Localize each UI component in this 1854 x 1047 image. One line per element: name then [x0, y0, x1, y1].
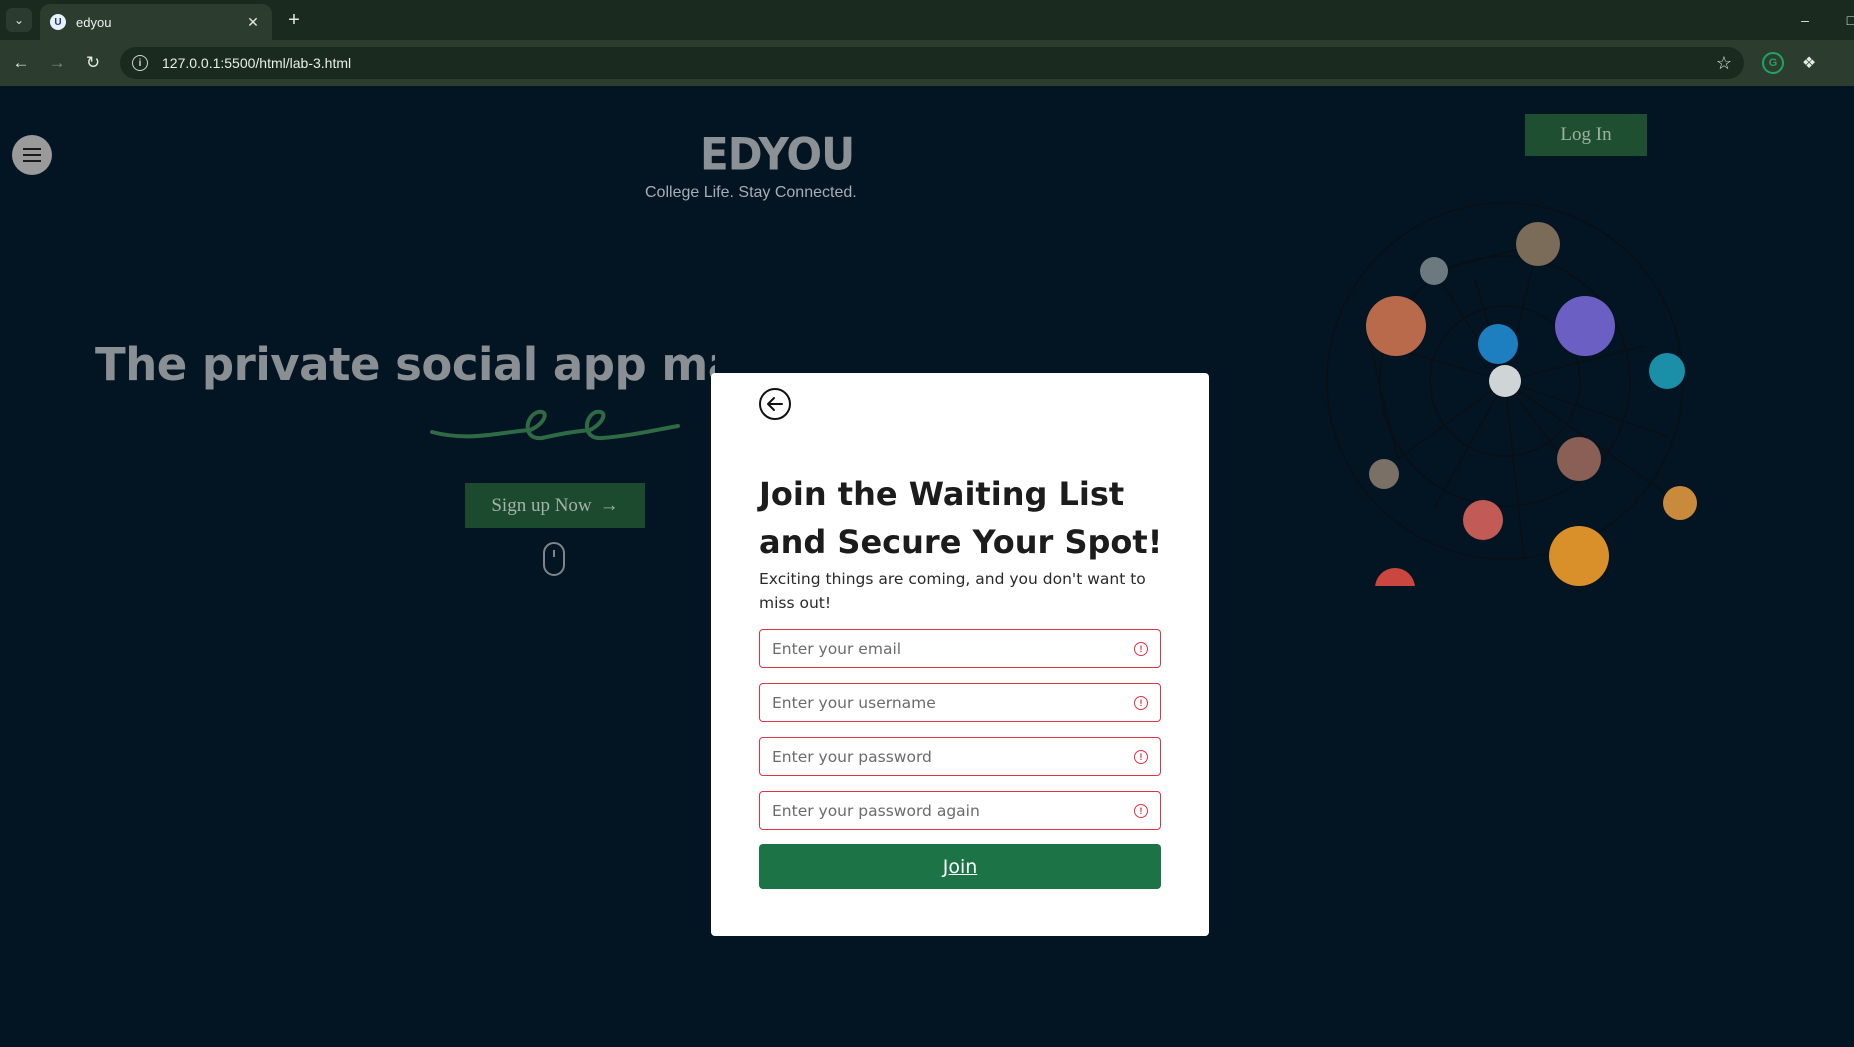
tab-list-chevron-icon[interactable]: ⌄ — [6, 8, 32, 32]
site-info-icon[interactable]: i — [132, 55, 148, 71]
tagline: College Life. Stay Connected. — [645, 184, 857, 201]
grammarly-extension-icon[interactable]: G — [1762, 52, 1784, 74]
extensions-puzzle-icon[interactable]: ❖ — [1798, 52, 1820, 74]
avatar[interactable] — [1663, 486, 1697, 520]
join-button[interactable]: Join — [759, 844, 1161, 889]
reload-icon[interactable]: ↻ — [80, 50, 106, 76]
hamburger-menu-icon[interactable] — [12, 135, 52, 175]
bookmark-star-icon[interactable]: ☆ — [1716, 53, 1732, 74]
back-arrow-icon[interactable] — [759, 388, 791, 420]
phone-icon[interactable] — [1649, 353, 1685, 389]
page-background: EDYOU College Life. Stay Connected. Log … — [0, 86, 1854, 1047]
site-logo[interactable]: EDYOU — [700, 129, 855, 180]
username-field[interactable]: ! — [759, 683, 1161, 722]
email-field[interactable]: ! — [759, 629, 1161, 668]
password-again-input[interactable] — [772, 801, 1134, 820]
minimize-icon[interactable]: – — [1790, 6, 1820, 34]
error-icon: ! — [1134, 641, 1148, 656]
avatar[interactable] — [1516, 222, 1560, 266]
back-arrow-icon[interactable]: ← — [8, 50, 34, 76]
new-tab-plus-icon[interactable]: + — [282, 8, 306, 32]
chat-bubble-icon[interactable] — [1375, 568, 1415, 586]
error-icon: ! — [1134, 695, 1148, 710]
password-again-field[interactable]: ! — [759, 791, 1161, 830]
signup-now-button[interactable]: Sign up Now → — [465, 483, 645, 528]
network-illustration — [1326, 202, 1697, 586]
avatar[interactable] — [1557, 437, 1601, 481]
signup-label: Sign up Now — [491, 494, 592, 516]
edyou-favicon-icon: U — [50, 14, 66, 30]
url-text[interactable]: 127.0.0.1:5500/html/lab-3.html — [162, 55, 1716, 71]
graduation-cap-icon[interactable] — [1478, 324, 1518, 364]
avatar[interactable] — [1555, 296, 1615, 356]
avatar[interactable] — [1420, 257, 1448, 285]
tab-title: edyou — [76, 14, 112, 30]
error-icon: ! — [1134, 803, 1148, 818]
modal-title: Join the Waiting List and Secure Your Sp… — [759, 475, 1163, 561]
browser-tab-bar: ⌄ U edyou ✕ + – □ — [0, 0, 1854, 40]
scroll-mouse-icon — [543, 542, 565, 576]
avatar-nodes — [1366, 222, 1697, 586]
browser-toolbar: ← → ↻ i 127.0.0.1:5500/html/lab-3.html ☆… — [0, 40, 1854, 86]
edyou-center-logo-icon — [1489, 365, 1521, 397]
avatar[interactable] — [1366, 296, 1426, 356]
settings-gear-icon[interactable] — [1549, 526, 1609, 586]
email-input[interactable] — [772, 639, 1134, 658]
login-button[interactable]: Log In — [1525, 114, 1647, 156]
avatar[interactable] — [1463, 500, 1503, 540]
username-input[interactable] — [772, 693, 1134, 712]
hero-headline: The private social app made f — [95, 338, 715, 391]
error-icon: ! — [1134, 749, 1148, 764]
restore-icon[interactable]: □ — [1836, 6, 1854, 34]
forward-arrow-icon[interactable]: → — [44, 50, 70, 76]
modal-subtitle: Exciting things are coming, and you don'… — [759, 570, 1146, 612]
decorative-squiggle — [430, 409, 680, 441]
password-input[interactable] — [772, 747, 1134, 766]
address-bar[interactable]: i 127.0.0.1:5500/html/lab-3.html ☆ — [120, 47, 1744, 79]
browser-tab[interactable]: U edyou ✕ — [40, 4, 272, 40]
tab-close-icon[interactable]: ✕ — [244, 14, 262, 31]
avatar[interactable] — [1369, 459, 1399, 489]
arrow-right-icon: → — [599, 494, 619, 516]
waiting-list-modal: Join the Waiting List and Secure Your Sp… — [711, 373, 1209, 936]
password-field[interactable]: ! — [759, 737, 1161, 776]
